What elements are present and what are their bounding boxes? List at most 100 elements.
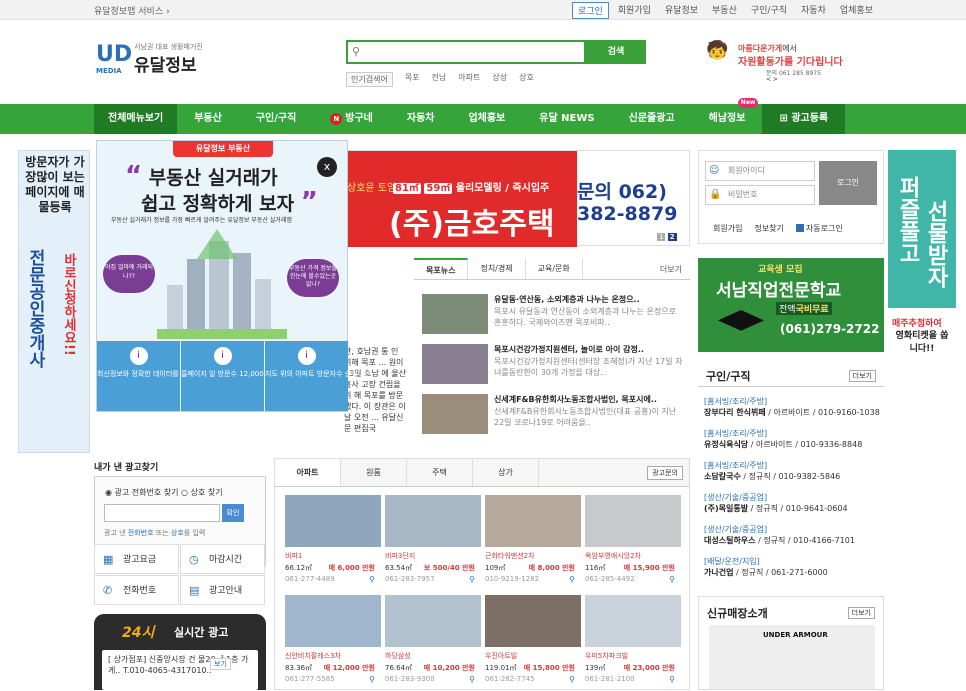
job-item[interactable]: [배달/운전/지입] 가나건업 / 정규직 / 061-271-6000: [704, 556, 880, 578]
property-phone: 061-277-5585: [285, 675, 335, 683]
popular-keyword[interactable]: 목포: [405, 72, 420, 87]
nav-ad-register[interactable]: ⊞ 광고등록: [762, 104, 846, 134]
login-button[interactable]: 로그인: [819, 161, 877, 205]
property-card[interactable]: 비파1 66.12㎡ 매 6,000 만원 061-277-4489 ⚲: [285, 495, 381, 591]
nav-room[interactable]: N 방구네: [313, 104, 390, 134]
site-logo[interactable]: UD MEDIA 서남권 대표 생활매거진 유달정보: [96, 40, 216, 80]
news-item[interactable]: 신세계F&B유한회사노동조합사법인, 목포시에.. 신세계F&B유한회사노동조합…: [422, 394, 690, 438]
banner-arrows[interactable]: < >: [766, 76, 778, 83]
new-store-more-button[interactable]: 더보기: [847, 607, 875, 619]
news-more-link[interactable]: 더보기: [660, 264, 682, 275]
popular-keyword[interactable]: 아파트: [458, 72, 480, 87]
realtime-ad-text[interactable]: [ 상가점포] 신중앙시장 건 물20㎡ 1층 가게.. T.010-4065-…: [102, 650, 258, 690]
featured-news[interactable]: 관, 호남권 통 인 위해 목포 ... 원이 23일 호남 에 울산 홍사 고…: [344, 258, 408, 448]
ad-guide-button[interactable]: ▤ 광고안내: [180, 575, 265, 605]
join-link[interactable]: 회원가입: [713, 223, 742, 234]
school-ad[interactable]: 교육생 모집 서남직업전문학교 전액국비무료 (061)279-2722: [698, 258, 884, 352]
zoom-icon[interactable]: ⚲: [369, 575, 375, 584]
popular-keyword[interactable]: 상호: [519, 72, 534, 87]
divider: [698, 386, 884, 387]
service-link[interactable]: 유달정보맵 서비스 ›: [94, 4, 170, 17]
tab-oneroom[interactable]: 원룸: [341, 459, 407, 486]
top-login-link[interactable]: 로그인: [571, 2, 609, 19]
realestate-popup[interactable]: 유달정보 부동산 x “ 부동산 실거래가 쉽고 정확하게 보자 ” 부동산 실…: [96, 140, 373, 412]
tab-apartment[interactable]: 아파트: [275, 459, 341, 486]
volunteer-banner[interactable]: 🧒 아름다운가게에서 자원활동가를 기다립니다 문의 061 285 8975 …: [706, 40, 871, 86]
top-link-yudal[interactable]: 유달정보: [660, 2, 703, 19]
job-item[interactable]: [홈서빙/조리/주방] 장부다리 한식뷔페 / 아르바이트 / 010-9160…: [704, 396, 880, 418]
zoom-icon[interactable]: ⚲: [469, 575, 475, 584]
property-name: 우미5차파크빌: [585, 652, 629, 660]
job-item[interactable]: [생산/기술/중공업] 대성스틸하우스 / 정규직 / 010-4166-710…: [704, 524, 880, 546]
nav-jobs[interactable]: 구인/구직: [239, 104, 313, 134]
news-item[interactable]: 목포시건강가정지원센터, 놀이로 아이 감정.. 목포시건강가정지원센터(센터장…: [422, 344, 690, 388]
realtime-more-button[interactable]: 보기: [210, 658, 231, 670]
realtime-ads: 24시 실시간 광고 [ 상가점포] 신중앙시장 건 물20㎡ 1층 가게.. …: [94, 614, 266, 690]
map-pin-icon: i: [297, 347, 316, 365]
radio-company[interactable]: ○: [181, 488, 191, 497]
property-name: 비파1: [285, 552, 303, 560]
nav-all-menu[interactable]: 전체메뉴보기: [94, 104, 178, 134]
zoom-icon[interactable]: ⚲: [669, 675, 675, 684]
property-card[interactable]: 옥암부영애시앙2차 116㎡ 매 15,900 만원 061-285-4492 ⚲: [585, 495, 681, 591]
tab-mokpo-news[interactable]: 목포뉴스: [414, 258, 469, 279]
close-icon[interactable]: x: [317, 157, 337, 177]
news-item[interactable]: 유달동·연산동, 소외계층과 나누는 온정으.. 목포시 유달동과 연산동이 소…: [422, 294, 690, 338]
job-item[interactable]: [생산/기술/중공업] (주)목일통발 / 정규직 / 010-9641-060…: [704, 492, 880, 514]
banner-line2: 자원활동가를 기다립니다: [738, 57, 843, 68]
zoom-icon[interactable]: ⚲: [369, 675, 375, 684]
phone-button[interactable]: ✆ 전화번호: [94, 575, 179, 605]
top-link-business[interactable]: 업체홍보: [835, 2, 878, 19]
zoom-icon[interactable]: ⚲: [469, 675, 475, 684]
deadline-button[interactable]: ◷ 마감시간: [180, 544, 265, 574]
top-join-link[interactable]: 회원가입: [613, 2, 656, 19]
adsearch-confirm-button[interactable]: 확인: [222, 504, 244, 522]
auto-login-checkbox[interactable]: 자동로그인: [795, 223, 843, 234]
top-link-jobs[interactable]: 구인/구직: [746, 2, 792, 19]
zoom-icon[interactable]: ⚲: [669, 575, 675, 584]
property-card[interactable]: 하당삼성 76.64㎡ 매 10,200 만원 061-283-9300 ⚲: [385, 595, 481, 691]
jobs-more-button[interactable]: 더보기: [848, 370, 876, 382]
nav-car[interactable]: 자동차: [390, 104, 452, 134]
job-item[interactable]: [홈서빙/조리/주방] 소담칼국수 / 정규직 / 010-9382-5846: [704, 460, 880, 482]
property-card[interactable]: 비파3단지 63.54㎡ 보 500/40 만원 061-283-7957 ⚲: [385, 495, 481, 591]
tab-education[interactable]: 교육/문화: [526, 258, 583, 279]
search-button[interactable]: 검색: [586, 40, 646, 64]
zoom-icon[interactable]: ⚲: [569, 575, 575, 584]
job-item[interactable]: [홈서빙/조리/주방] 유정식육식당 / 아르바이트 / 010-9336-88…: [704, 428, 880, 450]
left-skyscraper-ad[interactable]: 방문자가 가장많이 보는 페이지에 매물등록 전문공인중개사 바로신청하세요!!: [18, 150, 90, 453]
property-phone: 061-283-7957: [385, 575, 435, 583]
nav-news[interactable]: 유달 NEWS: [522, 104, 611, 134]
adsearch-input[interactable]: [104, 504, 220, 522]
tab-house[interactable]: 주택: [407, 459, 473, 486]
zoom-icon[interactable]: ⚲: [569, 675, 575, 684]
member-id-field[interactable]: 회원아이디: [705, 161, 815, 181]
find-info-link[interactable]: 정보찾기: [754, 223, 783, 234]
search-input[interactable]: [346, 40, 586, 64]
property-card[interactable]: 우진아트빌 119.01㎡ 매 15,800 만원 061-282-7745 ⚲: [485, 595, 581, 691]
radio-phone[interactable]: ◉: [105, 488, 115, 497]
property-card[interactable]: 신안비치팔레스3차 83.36㎡ 매 12,000 만원 061-277-5585 ⚲: [285, 595, 381, 691]
ad-fee-button[interactable]: ▦ 광고요금: [94, 544, 179, 574]
nav-haenam[interactable]: 해남정보 New: [692, 98, 763, 134]
banner-pager[interactable]: 1 2: [657, 233, 677, 241]
nav-classified[interactable]: 신문줄광고: [612, 104, 692, 134]
tab-store[interactable]: 상가: [473, 459, 539, 486]
main-ad-banner[interactable]: 상호윤 토임대 81㎡ 59㎡ 올리모델링 / 즉시입주 (주)금호주택 문의 …: [344, 150, 690, 247]
new-store-image[interactable]: UNDER ARMOUR: [709, 625, 875, 689]
top-link-car[interactable]: 자동차: [796, 2, 831, 19]
popular-keyword[interactable]: 전남: [432, 72, 447, 87]
logo-mark: UD: [96, 42, 133, 67]
nav-realestate[interactable]: 부동산: [177, 104, 239, 134]
property-card[interactable]: 우미5차파크빌 139㎡ 매 23,000 만원 061-281-2100 ⚲: [585, 595, 681, 691]
property-card[interactable]: 근화타워맨션2차 109㎡ 매 8,000 만원 010-9219-1282 ⚲: [485, 495, 581, 591]
tab-politics[interactable]: 정치/경제: [468, 258, 526, 279]
ad-inquiry-button[interactable]: 광고문의: [647, 466, 683, 480]
top-link-realestate[interactable]: 부동산: [707, 2, 742, 19]
right-skyscraper-ad[interactable]: 퍼즐풀고 선물받자 매주추첨하여 영화티켓을 쏩니다!!: [888, 150, 956, 453]
property-name: 비파3단지: [385, 552, 416, 560]
popular-keyword[interactable]: 상성: [492, 72, 507, 87]
new-badge-icon: N: [330, 113, 343, 125]
password-field[interactable]: 비밀번호: [705, 185, 815, 205]
nav-business[interactable]: 업체홍보: [451, 104, 522, 134]
